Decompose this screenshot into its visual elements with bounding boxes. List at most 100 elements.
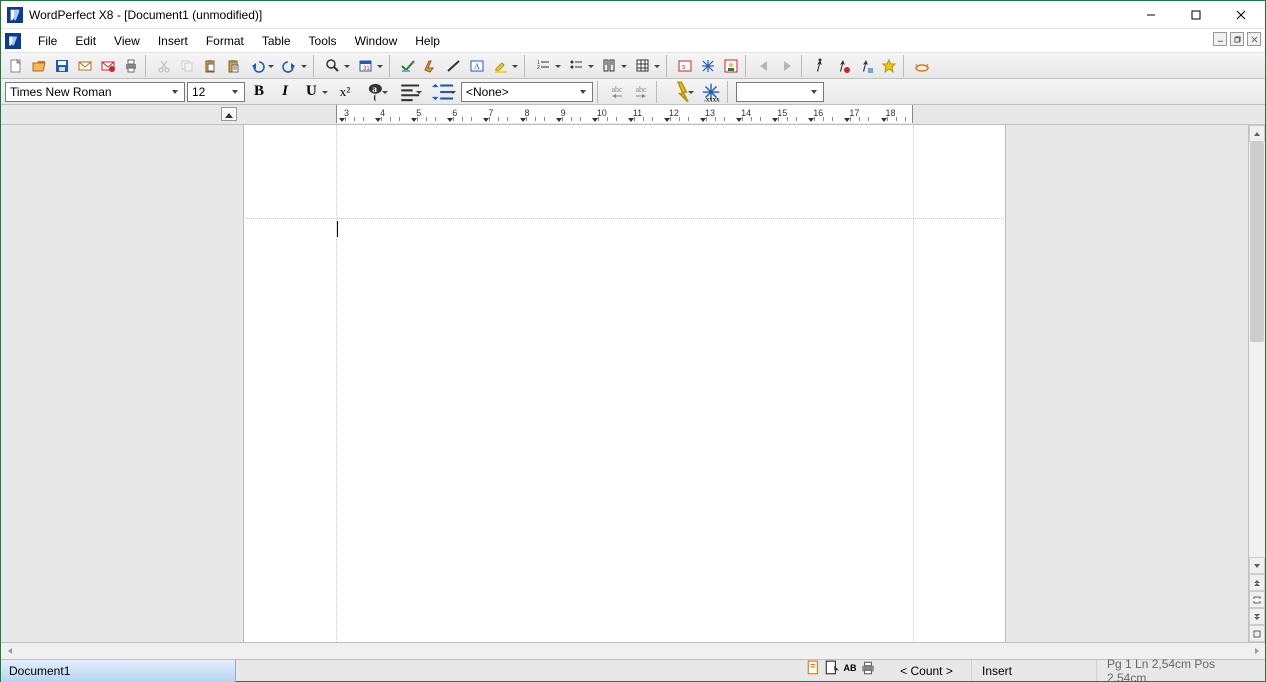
scroll-up-button[interactable]	[1249, 125, 1265, 142]
perfectexpert-button[interactable]	[720, 55, 742, 77]
quickwords-button[interactable]	[420, 55, 442, 77]
document-icon[interactable]	[5, 33, 21, 49]
freeze-button[interactable]: .xxxx	[699, 81, 723, 103]
scroll-down-button[interactable]	[1249, 557, 1265, 574]
shadow-cursor-icon[interactable]	[806, 660, 822, 676]
menu-format[interactable]: Format	[197, 31, 253, 51]
prompt-button[interactable]	[665, 81, 697, 103]
menu-table[interactable]: Table	[253, 31, 300, 51]
scroll-thumb[interactable]	[1250, 142, 1264, 342]
nav-forward-button[interactable]	[776, 55, 798, 77]
copy-button[interactable]	[176, 55, 198, 77]
toolbar-separator	[727, 81, 732, 103]
page[interactable]	[243, 125, 1006, 642]
macro-play-button[interactable]	[809, 55, 831, 77]
draw-line-button[interactable]	[443, 55, 465, 77]
mdi-close-button[interactable]	[1247, 32, 1261, 46]
toolbar-separator	[313, 55, 318, 77]
menu-help[interactable]: Help	[406, 31, 449, 51]
mdi-controls	[1213, 32, 1261, 46]
scroll-left-button[interactable]	[1, 643, 18, 659]
document-tab-bar: Document1 AB < Count > Insert Pg 1 Ln 2,…	[1, 659, 1265, 681]
spellcheck-button[interactable]	[397, 55, 419, 77]
reveal-codes-button[interactable]: s	[674, 55, 696, 77]
snowflake-button[interactable]	[697, 55, 719, 77]
menu-view[interactable]: View	[105, 31, 149, 51]
caps-icon[interactable]	[824, 660, 840, 676]
text-box-button[interactable]: A	[466, 55, 488, 77]
hscroll-track[interactable]	[18, 643, 1248, 659]
status-position[interactable]: Pg 1 Ln 2,54cm Pos 2,54cm	[1097, 660, 1265, 681]
quickfind-next-button[interactable]: abc	[630, 81, 652, 103]
superscript-button[interactable]: x²	[333, 81, 357, 103]
quickfind-prev-button[interactable]: abc	[606, 81, 628, 103]
justify-button[interactable]	[393, 81, 425, 103]
font-family-combo[interactable]: Times New Roman	[5, 82, 185, 102]
style-combo[interactable]: <None>	[461, 82, 593, 102]
ruler[interactable]: 3456789101112131415161718	[1, 105, 1265, 125]
settings-button[interactable]	[911, 55, 933, 77]
undo-button[interactable]	[245, 55, 277, 77]
columns-button[interactable]	[598, 55, 630, 77]
side-tool-button[interactable]	[1249, 625, 1265, 642]
window-title: WordPerfect X8 - [Document1 (unmodified)…	[29, 8, 1128, 22]
cut-button[interactable]	[153, 55, 175, 77]
document-area	[1, 125, 1265, 642]
date-button[interactable]: 31	[354, 55, 386, 77]
status-insert[interactable]: Insert	[972, 660, 1097, 681]
mail-button[interactable]	[74, 55, 96, 77]
highlight-button[interactable]	[489, 55, 521, 77]
top-margin-guide	[243, 218, 1006, 219]
main-toolbar: 31 A 12 s	[1, 53, 1265, 79]
font-size-combo[interactable]: 12	[187, 82, 245, 102]
save-button[interactable]	[51, 55, 73, 77]
font-color-button[interactable]: a	[359, 81, 391, 103]
maximize-button[interactable]	[1173, 1, 1218, 29]
document-tab[interactable]: Document1	[1, 660, 236, 682]
open-button[interactable]	[28, 55, 50, 77]
browse-up-button[interactable]	[1249, 574, 1265, 591]
paste-button[interactable]	[199, 55, 221, 77]
menu-file[interactable]: File	[29, 31, 66, 51]
ab-icon[interactable]: AB	[842, 660, 858, 676]
status-count[interactable]: < Count >	[882, 660, 972, 681]
title-bar: WordPerfect X8 - [Document1 (unmodified)…	[1, 1, 1265, 29]
browse-down-button[interactable]	[1249, 608, 1265, 625]
svg-text:.xxxx: .xxxx	[704, 96, 720, 102]
print-button[interactable]	[120, 55, 142, 77]
menu-tools[interactable]: Tools	[300, 31, 346, 51]
favorites-button[interactable]	[878, 55, 900, 77]
nav-back-button[interactable]	[753, 55, 775, 77]
browse-select-button[interactable]	[1249, 591, 1265, 608]
vertical-scrollbar[interactable]	[1248, 125, 1265, 642]
underline-button[interactable]: U	[299, 81, 331, 103]
menu-insert[interactable]: Insert	[149, 31, 197, 51]
publish-button[interactable]	[97, 55, 119, 77]
bold-button[interactable]: B	[247, 81, 271, 103]
mdi-minimize-button[interactable]	[1213, 32, 1227, 46]
close-button[interactable]	[1218, 1, 1263, 29]
printer-status-icon[interactable]	[860, 660, 876, 676]
minimize-button[interactable]	[1128, 1, 1173, 29]
italic-button[interactable]: I	[273, 81, 297, 103]
search-combo[interactable]	[736, 82, 824, 102]
redo-button[interactable]	[278, 55, 310, 77]
mdi-restore-button[interactable]	[1230, 32, 1244, 46]
menu-edit[interactable]: Edit	[66, 31, 105, 51]
menu-window[interactable]: Window	[346, 31, 407, 51]
toolbar-separator	[903, 55, 908, 77]
numbering-button[interactable]: 12	[532, 55, 564, 77]
ruler-ticks: 3456789101112131415161718	[336, 105, 1265, 123]
line-spacing-button[interactable]	[427, 81, 459, 103]
horizontal-scrollbar[interactable]	[1, 642, 1265, 659]
bullets-button[interactable]	[565, 55, 597, 77]
document-viewport[interactable]	[1, 125, 1248, 642]
tab-selector-button[interactable]	[221, 107, 237, 121]
zoom-button[interactable]	[321, 55, 353, 77]
table-button[interactable]	[631, 55, 663, 77]
paste-special-button[interactable]	[222, 55, 244, 77]
scroll-track[interactable]	[1249, 142, 1265, 557]
macro-record-button[interactable]	[832, 55, 854, 77]
macro-edit-button[interactable]	[855, 55, 877, 77]
new-button[interactable]	[5, 55, 27, 77]
